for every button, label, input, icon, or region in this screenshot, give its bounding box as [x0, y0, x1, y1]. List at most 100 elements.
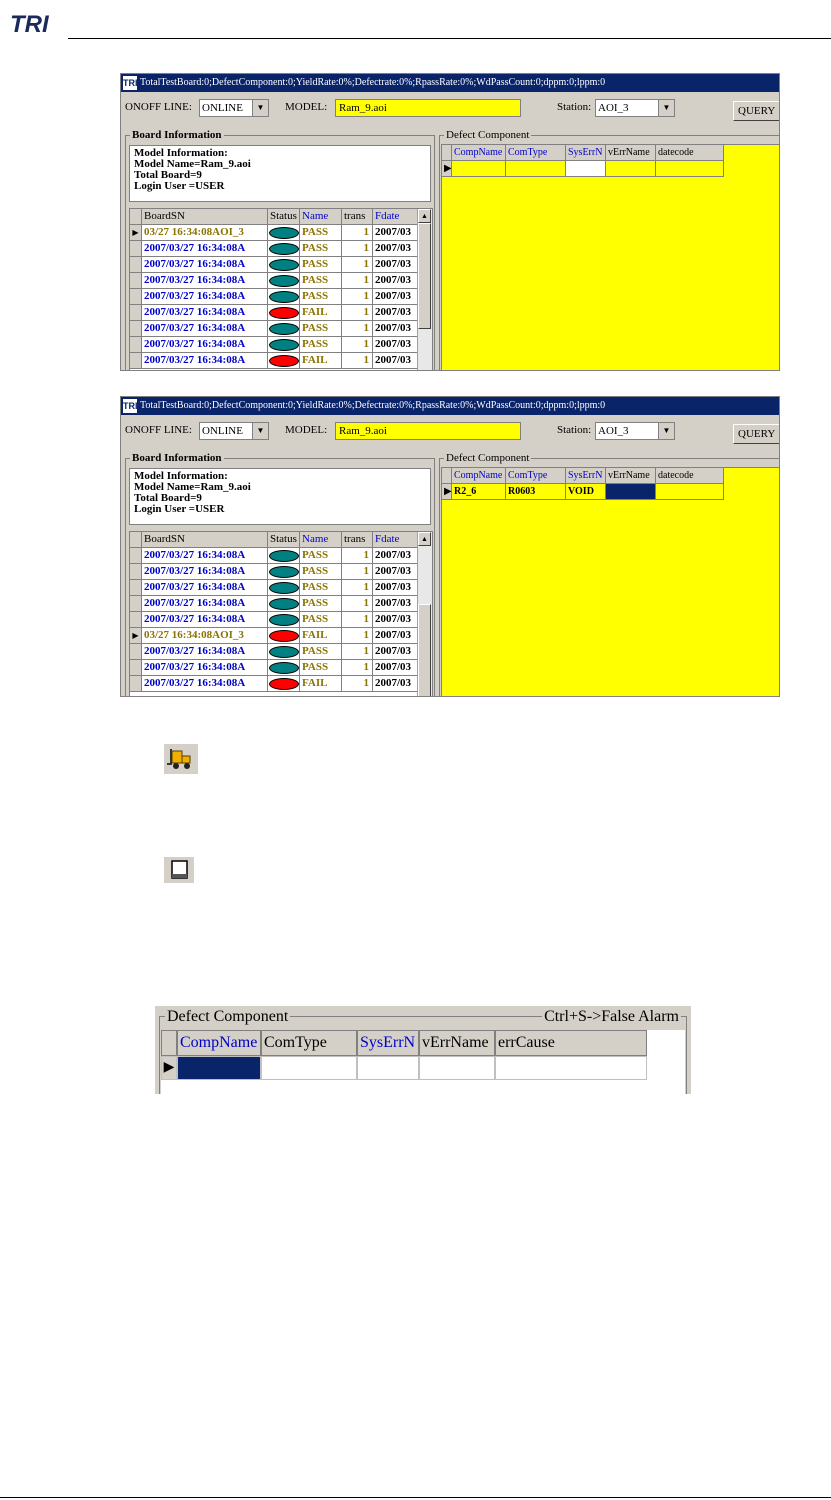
defect-cell[interactable]: R2_6 [452, 484, 506, 500]
column-header-comtype[interactable]: ComType [506, 145, 566, 161]
name-cell: PASS [300, 337, 342, 353]
chevron-down-icon[interactable]: ▼ [252, 423, 268, 439]
column-header-boardsn[interactable]: BoardSN [142, 209, 268, 225]
model-field[interactable]: Ram_9.aoi [335, 422, 521, 440]
column-header-boardsn[interactable]: BoardSN [142, 532, 268, 548]
table-row[interactable]: 2007/03/27 16:34:08A PASS 1 2007/03 [130, 241, 420, 257]
column-header-fdate[interactable]: Fdate [373, 532, 418, 548]
table-row[interactable]: 2007/03/27 16:34:08A PASS 1 2007/03 [130, 337, 420, 353]
vertical-scrollbar[interactable]: ▲ [417, 209, 432, 370]
name-cell: PASS [300, 644, 342, 660]
crop-cell[interactable] [177, 1056, 261, 1080]
defect-cell[interactable] [452, 161, 506, 177]
column-header-name[interactable]: Name [300, 209, 342, 225]
table-row[interactable]: ▶ 03/27 16:34:08AOI_3 FAIL 1 2007/03 [130, 628, 420, 644]
crop-cell[interactable] [357, 1056, 419, 1080]
column-header-trans[interactable]: trans [342, 209, 373, 225]
chevron-down-icon[interactable]: ▼ [252, 100, 268, 116]
fdate-cell: 2007/03 [373, 241, 418, 257]
scroll-up-icon[interactable]: ▲ [418, 532, 431, 546]
table-row[interactable]: 2007/03/27 16:34:08A FAIL 1 2007/03 [130, 305, 420, 321]
crop-cell[interactable] [495, 1056, 647, 1080]
trans-cell: 1 [342, 564, 373, 580]
onoff-combo[interactable]: ONLINE ▼ [199, 99, 269, 117]
status-oval [269, 550, 299, 562]
table-row[interactable]: 2007/03/27 16:34:08A PASS 1 2007/03 [130, 257, 420, 273]
query-button[interactable]: QUERY [733, 424, 779, 444]
column-header-syserrn[interactable]: SysErrN [357, 1030, 419, 1056]
column-header-comtype[interactable]: ComType [506, 468, 566, 484]
scroll-thumb[interactable] [418, 604, 431, 696]
defect-grid[interactable]: CompName ComType SysErrN vErrName datecode ▶ R… [441, 467, 779, 696]
table-row[interactable]: 2007/03/27 16:34:08A PASS 1 2007/03 [130, 273, 420, 289]
column-header-compname[interactable]: CompName [452, 468, 506, 484]
table-row[interactable]: 2007/03/27 16:34:08A PASS 1 2007/03 [130, 580, 420, 596]
column-header-compname[interactable]: CompName [452, 145, 506, 161]
column-header-syserrn[interactable]: SysErrN [566, 468, 606, 484]
defect-cell[interactable] [606, 484, 656, 500]
defect-cell[interactable] [506, 161, 566, 177]
column-header-status[interactable]: Status [268, 209, 300, 225]
board-grid[interactable]: BoardSN Status Name trans Fdate 2007/03/27 16… [129, 531, 433, 696]
defect-grid[interactable]: CompName ComType SysErrN vErrName datecode ▶ [441, 144, 779, 370]
defect-cell[interactable] [656, 161, 724, 177]
column-header-comtype[interactable]: ComType [261, 1030, 357, 1056]
forklift-icon[interactable] [164, 744, 198, 774]
crop-cell[interactable] [419, 1056, 495, 1080]
column-header-datecode[interactable]: datecode [656, 468, 724, 484]
station-combo[interactable]: AOI_3 ▼ [595, 422, 675, 440]
defect-group-title: Defect Component [444, 129, 532, 141]
column-header-verrname[interactable]: vErrName [419, 1030, 495, 1056]
defect-cell[interactable] [606, 161, 656, 177]
defect-cell[interactable]: R0603 [506, 484, 566, 500]
table-row[interactable]: 2007/03/27 16:34:08A PASS 1 2007/03 [130, 289, 420, 305]
column-header-trans[interactable]: trans [342, 532, 373, 548]
table-row[interactable]: ▶ 03/27 16:34:08AOI_3 PASS 1 2007/03 [130, 225, 420, 241]
model-field[interactable]: Ram_9.aoi [335, 99, 521, 117]
status-cell [268, 548, 300, 564]
status-oval [269, 259, 299, 271]
column-header-verrname[interactable]: vErrName [606, 145, 656, 161]
table-row[interactable]: 2007/03/27 16:34:08A PASS 1 2007/03 [130, 548, 420, 564]
board-grid[interactable]: BoardSN Status Name trans Fdate ▶ 03/27 16:34:… [129, 208, 433, 370]
fdate-cell: 2007/03 [373, 660, 418, 676]
table-row[interactable]: 2007/03/27 16:34:08A PASS 1 2007/03 [130, 660, 420, 676]
column-header-verrname[interactable]: vErrName [606, 468, 656, 484]
chevron-down-icon[interactable]: ▼ [658, 100, 674, 116]
table-row[interactable]: 2007/03/27 16:34:08A PASS 1 2007/03 [130, 564, 420, 580]
station-combo[interactable]: AOI_3 ▼ [595, 99, 675, 117]
name-cell: PASS [300, 273, 342, 289]
scroll-thumb[interactable] [418, 223, 431, 329]
crop-grid[interactable]: CompName ComType SysErrN vErrName errCause ▶ [161, 1030, 685, 1094]
table-row[interactable]: 2007/03/27 16:34:08A PASS 1 2007/03 [130, 596, 420, 612]
column-header-datecode[interactable]: datecode [656, 145, 724, 161]
crop-cell[interactable] [261, 1056, 357, 1080]
table-row[interactable]: 2007/03/27 16:34:08A PASS 1 2007/03 [130, 644, 420, 660]
status-oval [269, 678, 299, 690]
column-header-syserrn[interactable]: SysErrN [566, 145, 606, 161]
window-icon[interactable] [164, 857, 194, 883]
table-row[interactable]: 2007/03/27 16:34:08A PASS 1 2007/03 [130, 321, 420, 337]
status-oval [269, 662, 299, 674]
table-row[interactable]: 2007/03/27 16:34:08A FAIL 1 2007/03 [130, 676, 420, 692]
onoff-label: ONOFF LINE: [125, 101, 192, 113]
column-header-fdate[interactable]: Fdate [373, 209, 418, 225]
table-row[interactable]: 2007/03/27 16:34:08A FAIL 1 2007/03 [130, 353, 420, 369]
query-button[interactable]: QUERY [733, 101, 779, 121]
scroll-up-icon[interactable]: ▲ [418, 209, 431, 223]
column-header-errcause[interactable]: errCause [495, 1030, 647, 1056]
vertical-scrollbar[interactable]: ▲ [417, 532, 432, 696]
table-row[interactable]: 2007/03/27 16:34:08A PASS 1 2007/03 [130, 612, 420, 628]
column-header-compname[interactable]: CompName [177, 1030, 261, 1056]
defect-cell[interactable] [656, 484, 724, 500]
status-cell [268, 337, 300, 353]
onoff-combo[interactable]: ONLINE ▼ [199, 422, 269, 440]
fdate-cell: 2007/03 [373, 289, 418, 305]
defect-cell[interactable]: VOID [566, 484, 606, 500]
defect-cell[interactable] [566, 161, 606, 177]
column-header-status[interactable]: Status [268, 532, 300, 548]
chevron-down-icon[interactable]: ▼ [658, 423, 674, 439]
row-marker [130, 596, 142, 612]
fdate-cell: 2007/03 [373, 353, 418, 369]
column-header-name[interactable]: Name [300, 532, 342, 548]
